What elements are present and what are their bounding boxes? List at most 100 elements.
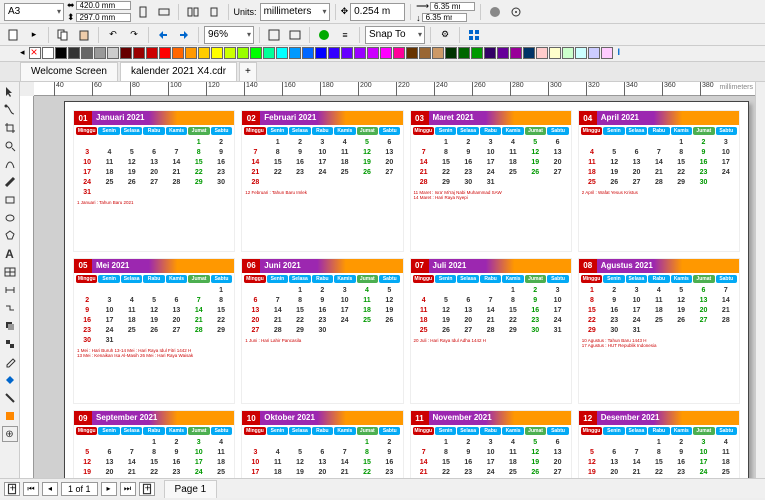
- units-combo[interactable]: millimeters: [260, 3, 330, 21]
- color-swatch[interactable]: [341, 47, 353, 59]
- color-swatch[interactable]: [55, 47, 67, 59]
- add-page-after-btn[interactable]: +: [139, 482, 155, 496]
- fill-tool[interactable]: [2, 372, 18, 388]
- crop-tool[interactable]: [2, 120, 18, 136]
- copy-btn[interactable]: [54, 26, 72, 44]
- treat-as-filled-btn[interactable]: [486, 3, 504, 21]
- export-btn[interactable]: [175, 26, 193, 44]
- color-swatch[interactable]: [445, 47, 457, 59]
- publish-btn[interactable]: [315, 26, 333, 44]
- ruler-horizontal[interactable]: 4060801001201401601802002202402602803003…: [34, 82, 755, 96]
- color-swatch[interactable]: [146, 47, 158, 59]
- color-swatch[interactable]: [81, 47, 93, 59]
- next-page-btn[interactable]: ▸: [101, 482, 117, 496]
- color-swatch[interactable]: [367, 47, 379, 59]
- color-swatch[interactable]: [354, 47, 366, 59]
- shape-tool[interactable]: [2, 102, 18, 118]
- color-swatch[interactable]: [458, 47, 470, 59]
- launcher-btn[interactable]: [465, 26, 483, 44]
- color-swatch[interactable]: [198, 47, 210, 59]
- transparency-tool[interactable]: [2, 336, 18, 352]
- color-swatch[interactable]: [172, 47, 184, 59]
- smart-fill-tool[interactable]: [2, 408, 18, 424]
- color-swatch[interactable]: [419, 47, 431, 59]
- drop-shadow-tool[interactable]: [2, 318, 18, 334]
- right-scrollbar[interactable]: [755, 82, 765, 478]
- palette-arrow-left[interactable]: ◂: [20, 47, 25, 60]
- page[interactable]: 01Januari 2021MingguSeninSelasaRabuKamis…: [64, 101, 749, 478]
- prev-page-btn[interactable]: ◂: [42, 482, 58, 496]
- color-swatch[interactable]: [224, 47, 236, 59]
- tab-welcome[interactable]: Welcome Screen: [20, 62, 118, 81]
- zoom-tool[interactable]: [2, 138, 18, 154]
- color-swatch[interactable]: [133, 47, 145, 59]
- text-tool[interactable]: A: [2, 246, 18, 262]
- align-btn[interactable]: ≡: [336, 26, 354, 44]
- paste-btn[interactable]: [75, 26, 93, 44]
- color-swatch[interactable]: [484, 47, 496, 59]
- dup-y[interactable]: [422, 13, 467, 22]
- color-swatch[interactable]: [588, 47, 600, 59]
- color-swatch[interactable]: [523, 47, 535, 59]
- table-tool[interactable]: [2, 264, 18, 280]
- color-swatch[interactable]: [250, 47, 262, 59]
- pick-tool[interactable]: [2, 84, 18, 100]
- add-page-btn[interactable]: +: [4, 482, 20, 496]
- color-swatch[interactable]: [289, 47, 301, 59]
- ellipse-tool[interactable]: [2, 210, 18, 226]
- color-swatch[interactable]: [120, 47, 132, 59]
- tab-add[interactable]: +: [239, 62, 257, 81]
- color-swatch[interactable]: [549, 47, 561, 59]
- color-swatch[interactable]: [328, 47, 340, 59]
- page-width[interactable]: [76, 1, 131, 10]
- quick-custom-btn[interactable]: ⊕: [2, 426, 18, 442]
- palette-info[interactable]: I: [618, 47, 621, 60]
- rect-tool[interactable]: [2, 192, 18, 208]
- artistic-tool[interactable]: [2, 174, 18, 190]
- color-swatch[interactable]: [393, 47, 405, 59]
- color-swatch[interactable]: [497, 47, 509, 59]
- import-btn[interactable]: [154, 26, 172, 44]
- eyedropper-tool[interactable]: [2, 354, 18, 370]
- nudge-input[interactable]: [350, 3, 405, 21]
- color-swatch[interactable]: [536, 47, 548, 59]
- page-size-combo[interactable]: A3: [4, 3, 64, 21]
- pointer-btn[interactable]: ▸: [25, 26, 43, 44]
- fullscreen-btn[interactable]: [265, 26, 283, 44]
- dup-x[interactable]: [430, 2, 475, 11]
- color-swatch[interactable]: [510, 47, 522, 59]
- tab-file[interactable]: kalender 2021 X4.cdr: [120, 62, 237, 81]
- color-swatch[interactable]: [42, 47, 54, 59]
- color-swatch[interactable]: [315, 47, 327, 59]
- first-page-btn[interactable]: ⏮: [23, 482, 39, 496]
- color-swatch[interactable]: [185, 47, 197, 59]
- new-btn[interactable]: [4, 26, 22, 44]
- all-pages-btn[interactable]: [184, 3, 202, 21]
- color-swatch[interactable]: [263, 47, 275, 59]
- color-swatch[interactable]: [380, 47, 392, 59]
- dimension-tool[interactable]: [2, 282, 18, 298]
- preview-btn[interactable]: [286, 26, 304, 44]
- color-swatch[interactable]: [302, 47, 314, 59]
- portrait-btn[interactable]: [134, 3, 152, 21]
- color-swatch[interactable]: [237, 47, 249, 59]
- current-page-btn[interactable]: [205, 3, 223, 21]
- page-tab-1[interactable]: Page 1: [164, 480, 218, 498]
- zoom-combo[interactable]: 96%: [204, 26, 254, 44]
- snap-combo[interactable]: Snap To: [365, 26, 425, 44]
- color-swatch[interactable]: [94, 47, 106, 59]
- page-height[interactable]: [76, 13, 131, 22]
- color-swatch[interactable]: [211, 47, 223, 59]
- color-swatch[interactable]: [601, 47, 613, 59]
- color-swatch[interactable]: [562, 47, 574, 59]
- polygon-tool[interactable]: [2, 228, 18, 244]
- color-swatch[interactable]: [575, 47, 587, 59]
- landscape-btn[interactable]: [155, 3, 173, 21]
- color-swatch[interactable]: [159, 47, 171, 59]
- options-btn[interactable]: [507, 3, 525, 21]
- color-swatch[interactable]: [68, 47, 80, 59]
- color-swatch[interactable]: [432, 47, 444, 59]
- outline-tool[interactable]: [2, 390, 18, 406]
- freehand-tool[interactable]: [2, 156, 18, 172]
- ruler-vertical[interactable]: [20, 96, 34, 478]
